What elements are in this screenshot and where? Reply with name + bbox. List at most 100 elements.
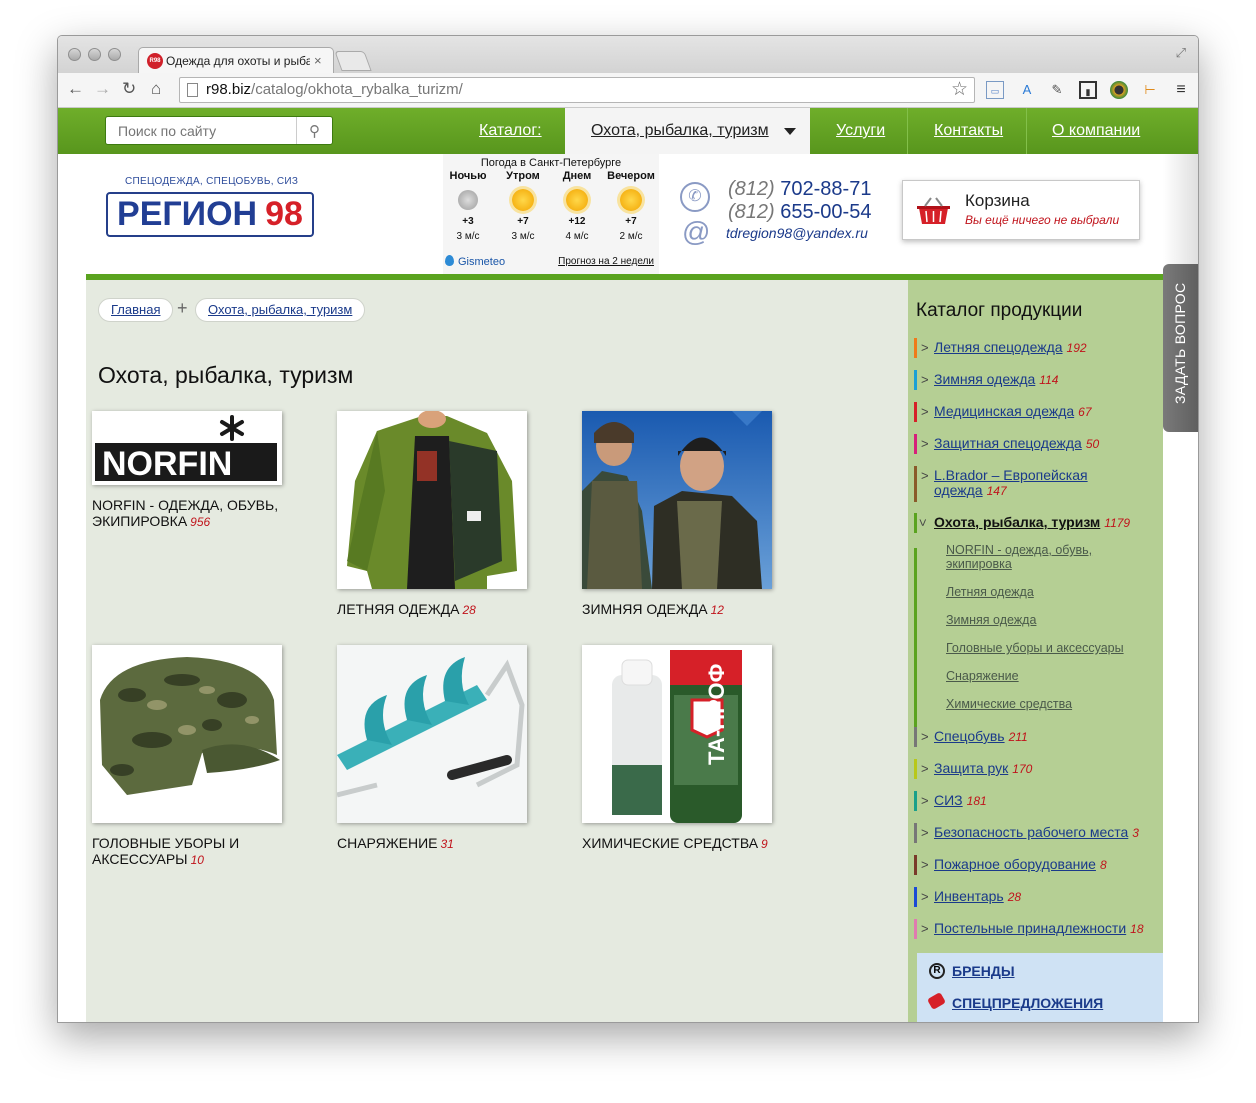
back-icon[interactable]: ← <box>67 79 84 99</box>
weather-widget: Погода в Санкт-Петербурге Ночью +3 3 м/с… <box>443 154 659 274</box>
sidebar-subitem[interactable]: Зимняя одежда <box>946 613 1146 627</box>
camouflage-cap-photo <box>92 645 282 823</box>
product-image[interactable] <box>92 645 282 823</box>
cart-widget[interactable]: Корзина Вы ещё ничего не выбрали <box>902 180 1140 240</box>
product-image[interactable]: ТА-ПРОФ <box>582 645 772 823</box>
search-input[interactable] <box>106 117 294 144</box>
sidebar-item[interactable]: > L.Brador – Европейская одежда 147 <box>914 466 1114 502</box>
forecast-link[interactable]: Прогноз на 2 недели <box>558 256 654 267</box>
sidebar-item-active[interactable]: > Охота, рыбалка, туризм 1179 <box>914 513 1154 533</box>
sidebar-item[interactable]: > Спецобувь 211 <box>914 727 1154 747</box>
tab-title: Одежда для охоты и рыбалки <box>166 53 310 68</box>
phone-digits: 702-88-71 <box>780 178 872 200</box>
site-logo[interactable]: РЕГИОН 98 <box>106 192 314 237</box>
menu-icon[interactable]: ≡ <box>1172 81 1190 99</box>
close-window-icon[interactable] <box>68 48 81 61</box>
search-icon[interactable]: ⚲ <box>296 117 332 144</box>
special-links-box: R БРЕНДЫ СПЕЦПРЕДЛОЖЕНИЯ <box>917 953 1163 1022</box>
sidebar-item[interactable]: > Пожарное оборудование 8 <box>914 855 1154 875</box>
cart-title: Корзина <box>965 191 1030 210</box>
sidebar-item[interactable]: > Зимняя одежда 114 <box>914 370 1154 390</box>
sidebar-item[interactable]: > Постельные принадлежности 18 <box>914 919 1154 939</box>
gismeteo-link[interactable]: Gismeteo <box>445 255 505 268</box>
translate-icon[interactable]: A <box>1018 81 1036 99</box>
subcategory-bar <box>914 548 917 732</box>
sidebar-subitem[interactable]: Летняя одежда <box>946 585 1146 599</box>
category-color-bar <box>914 791 917 811</box>
sidebar-item[interactable]: > Инвентарь 28 <box>914 887 1154 907</box>
reload-icon[interactable]: ↻ <box>122 79 136 99</box>
bookmark-star-icon[interactable]: ☆ <box>951 78 968 102</box>
chevron-right-icon: > <box>921 825 929 840</box>
zoom-window-icon[interactable] <box>108 48 121 61</box>
product-caption[interactable]: Летняя одежда 28 <box>337 601 537 618</box>
product-card[interactable]: Летняя одежда 28 <box>337 411 537 618</box>
sidebar-item[interactable]: > Защитная спецодежда 50 <box>914 434 1154 454</box>
main-navigation: ⚲ Каталог: Охота, рыбалка, туризм Услуги… <box>58 108 1198 154</box>
minimize-window-icon[interactable] <box>88 48 101 61</box>
product-image[interactable] <box>582 411 772 589</box>
forward-icon[interactable]: → <box>94 79 111 99</box>
norfin-logo-text: NORFIN <box>102 445 232 483</box>
product-image[interactable]: NORFIN <box>92 411 282 485</box>
product-card[interactable]: ТА-ПРОФ Химические средства 9 <box>582 645 782 852</box>
sidebar-item-label: СИЗ <box>934 792 963 808</box>
sidebar-subitem[interactable]: Снаряжение <box>946 669 1146 683</box>
registered-icon: R <box>929 963 945 979</box>
sidebar-item[interactable]: > Защита рук 170 <box>914 759 1154 779</box>
browser-tab[interactable]: R98 Одежда для охоты и рыбалки × <box>138 47 334 73</box>
product-caption[interactable]: NORFIN - одежда, обувь, экипировка 956 <box>92 497 292 530</box>
sidebar-subitem[interactable]: Головные уборы и аксессуары <box>946 641 1146 655</box>
bookmark-tool-icon[interactable]: ⊢ <box>1141 81 1159 99</box>
product-caption[interactable]: Зимняя одежда 12 <box>582 601 782 618</box>
product-card[interactable]: NORFIN NORFIN - одежда, обувь, экипировк… <box>92 411 292 530</box>
color-picker-icon[interactable] <box>1110 81 1128 99</box>
nav-services[interactable]: Услуги <box>836 108 885 154</box>
sidebar-item[interactable]: > Медицинская одежда 67 <box>914 402 1154 422</box>
sidebar-item[interactable]: > Летняя спецодежда 192 <box>914 338 1154 358</box>
email-link[interactable]: tdregion98@yandex.ru <box>726 225 868 241</box>
nav-contacts[interactable]: Контакты <box>934 108 1003 154</box>
category-color-bar <box>914 887 917 907</box>
catalog-sidebar: Каталог продукции > Летняя спецодежда 192 … <box>908 280 1163 1022</box>
sidebar-item[interactable]: > Безопасность рабочего места 3 <box>914 823 1154 843</box>
page-title: Охота, рыбалка, туризм <box>98 362 354 388</box>
chevron-right-icon: > <box>921 857 929 872</box>
tab-close-icon[interactable]: × <box>314 53 322 68</box>
nav-about[interactable]: О компании <box>1052 108 1140 154</box>
specials-link[interactable]: СПЕЦПРЕДЛОЖЕНИЯ <box>952 995 1103 1011</box>
brands-link[interactable]: БРЕНДЫ <box>952 963 1015 979</box>
nav-catalog[interactable]: Каталог: <box>479 108 542 154</box>
product-name: Летняя одежда <box>337 601 460 617</box>
product-caption[interactable]: Снаряжение 31 <box>337 835 537 852</box>
sidebar-subitem[interactable]: NORFIN - одежда, обувь, экипировка <box>946 543 1146 571</box>
fullscreen-icon[interactable]: ⤢ <box>1176 45 1186 61</box>
ruler-icon[interactable]: ▮ <box>1079 81 1097 99</box>
new-tab-button[interactable] <box>334 51 372 71</box>
product-count: 9 <box>761 837 768 851</box>
product-image[interactable] <box>337 645 527 823</box>
sidebar-item[interactable]: > СИЗ 181 <box>914 791 1154 811</box>
site-search: ⚲ <box>105 116 333 145</box>
spray-label-text: ТА-ПРОФ <box>704 663 729 765</box>
address-bar[interactable]: r98.biz/catalog/okhota_rybalka_turizm/ ☆ <box>179 77 975 103</box>
sidebar-subitem[interactable]: Химические средства <box>946 697 1146 711</box>
breadcrumb-current[interactable]: Охота, рыбалка, туризм <box>195 298 366 322</box>
sun-icon <box>512 189 534 211</box>
product-image[interactable] <box>337 411 527 589</box>
product-card[interactable]: Зимняя одежда 12 <box>582 411 782 618</box>
home-icon[interactable]: ⌂ <box>151 79 161 99</box>
product-caption[interactable]: Головные уборы и аксессуары 10 <box>92 835 292 868</box>
product-card[interactable]: Снаряжение 31 <box>337 645 537 852</box>
sidebar-item-label: Медицинская одежда <box>934 403 1075 419</box>
product-caption[interactable]: Химические средства 9 <box>582 835 782 852</box>
extension-window-icon[interactable]: ▭ <box>986 81 1004 99</box>
sidebar-item-count: 181 <box>966 794 987 808</box>
email-icon: @ <box>682 216 711 247</box>
nav-active-label: Охота, рыбалка, туризм <box>591 122 769 139</box>
product-card[interactable]: Головные уборы и аксессуары 10 <box>92 645 292 868</box>
eyedropper-icon[interactable]: ✎ <box>1048 81 1066 99</box>
breadcrumb-home[interactable]: Главная <box>98 298 174 322</box>
nav-active-category[interactable]: Охота, рыбалка, туризм <box>565 108 810 154</box>
ask-question-button[interactable]: ЗАДАТЬ ВОПРОС <box>1163 264 1198 432</box>
